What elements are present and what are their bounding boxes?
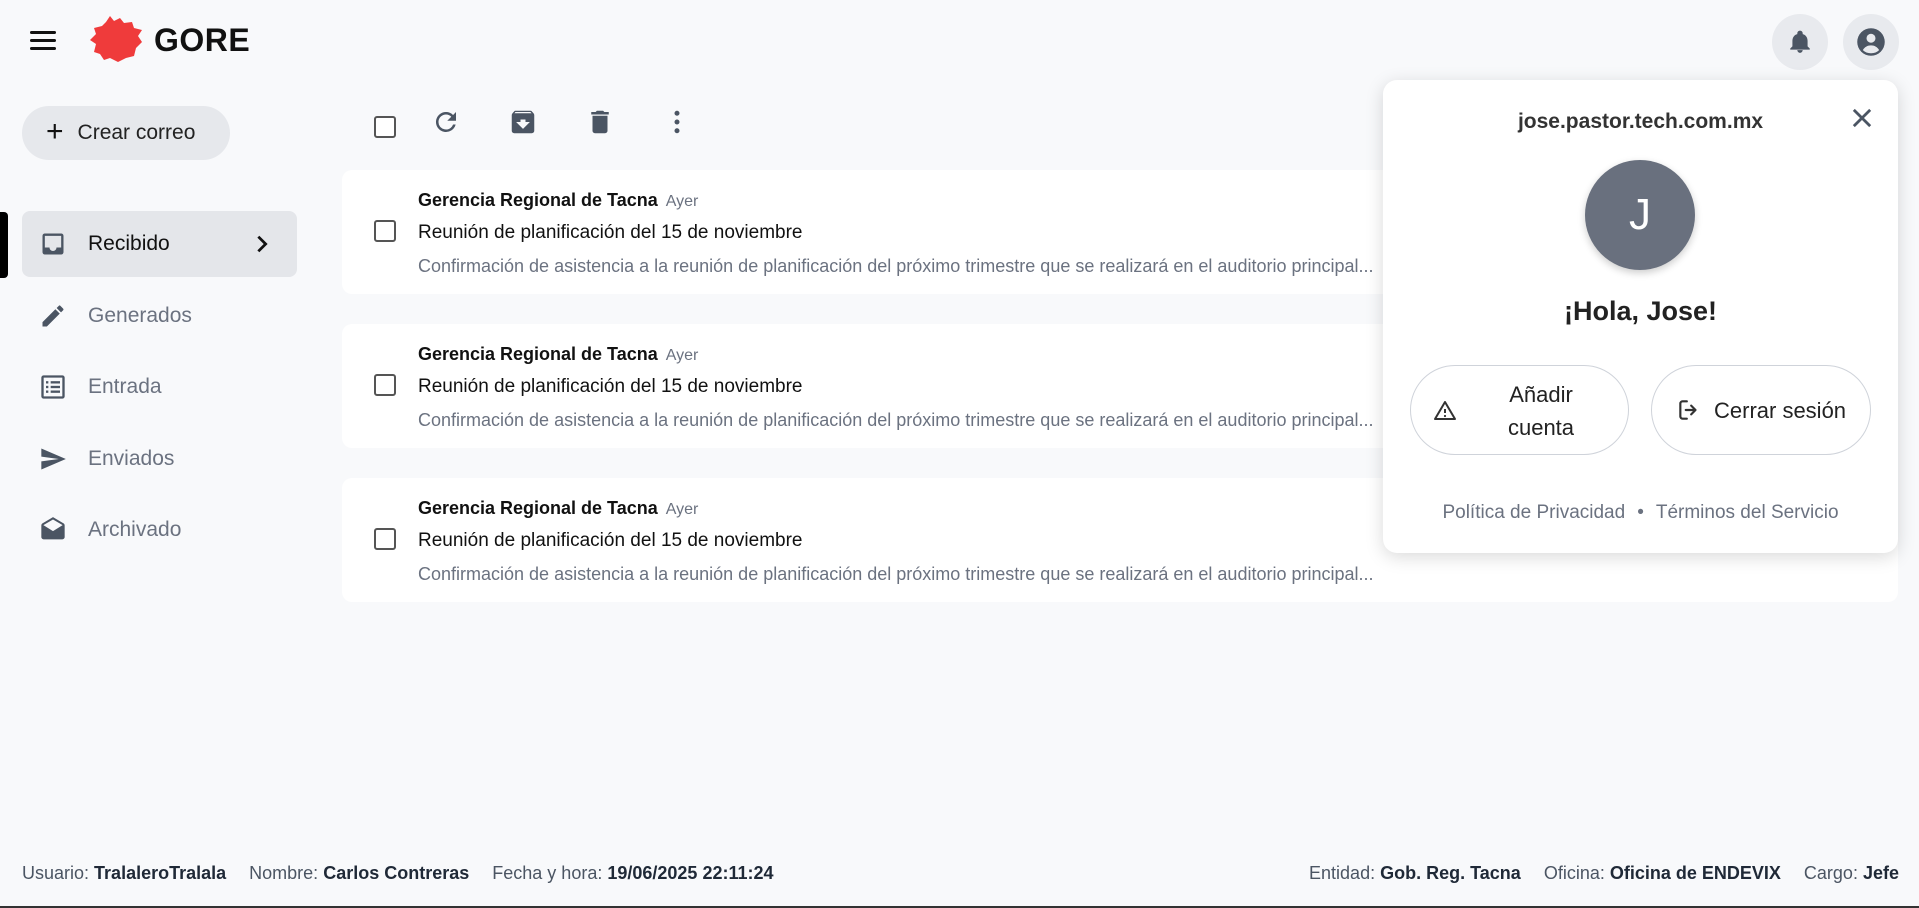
more-vert-icon	[674, 110, 680, 134]
greeting: ¡Hola, Jose!	[1563, 296, 1718, 326]
trash-icon	[591, 110, 609, 134]
warning-icon	[1434, 401, 1456, 420]
privacy-policy-link[interactable]: Política de Privacidad	[1442, 502, 1625, 523]
open-envelope-icon	[38, 515, 68, 545]
chevron-right-icon	[257, 235, 268, 253]
avatar: J	[1585, 160, 1695, 270]
footer-user-label: Usuario:	[22, 863, 90, 883]
sidebar-item-archivado[interactable]: Archivado	[22, 497, 297, 563]
send-icon	[38, 444, 68, 474]
footer-entity-label: Entidad:	[1309, 863, 1376, 883]
mail-time: Ayer	[665, 501, 699, 518]
sidebar-item-label: Archivado	[88, 518, 182, 541]
sidebar-item-entrada[interactable]: Entrada	[22, 354, 297, 420]
logout-button[interactable]: Cerrar sesión	[1651, 365, 1871, 455]
links-separator: •	[1637, 502, 1644, 523]
add-account-label-line1: Añadir	[1509, 382, 1573, 407]
mail-sender: Gerencia Regional de Tacna	[418, 190, 658, 210]
footer-datetime-value: 19/06/2025 22:11:24	[607, 863, 774, 883]
mail-subject: Reunión de planificación del 15 de novie…	[418, 530, 803, 551]
account-circle-icon	[1857, 28, 1885, 56]
select-all-checkbox[interactable]	[374, 116, 396, 138]
logout-icon	[1679, 400, 1697, 420]
sidebar-item-recibido[interactable]: Recibido	[22, 211, 297, 277]
logout-label: Cerrar sesión	[1714, 398, 1847, 423]
avatar-initial: J	[1629, 190, 1651, 239]
sidebar-item-label: Enviados	[88, 447, 175, 470]
pencil-icon	[38, 301, 68, 331]
notifications-button[interactable]	[1772, 14, 1828, 70]
mail-time: Ayer	[665, 347, 699, 364]
mail-preview: Confirmación de asistencia a la reunión …	[418, 256, 1374, 276]
sidebar-item-generados[interactable]: Generados	[22, 283, 297, 349]
mail-subject: Reunión de planificación del 15 de novie…	[418, 376, 803, 397]
delete-button[interactable]	[582, 104, 618, 140]
footer-name-value: Carlos Contreras	[323, 863, 470, 883]
active-indicator	[0, 212, 8, 278]
account-popup: jose.pastor.tech.com.mx J ¡Hola, Jose! A…	[1383, 80, 1898, 553]
footer-left: Usuario: TralaleroTralala Nombre: Carlos…	[22, 863, 792, 884]
account-email: jose.pastor.tech.com.mx	[1517, 110, 1764, 133]
footer-role-value: Jefe	[1862, 863, 1899, 883]
add-account-label-line2: cuenta	[1507, 415, 1575, 440]
list-icon	[38, 372, 68, 402]
add-account-button[interactable]: Añadir cuenta	[1410, 365, 1629, 455]
mail-sender: Gerencia Regional de Tacna	[418, 498, 658, 518]
footer-right: Entidad: Gob. Reg. Tacna Oficina: Oficin…	[1309, 863, 1899, 884]
gore-logo	[90, 16, 142, 62]
refresh-button[interactable]	[428, 104, 464, 140]
mail-time: Ayer	[665, 193, 699, 210]
inbox-icon	[38, 229, 68, 259]
refresh-icon	[435, 111, 456, 132]
footer-office-value: Oficina de ENDEVIX	[1609, 863, 1781, 883]
footer-name-label: Nombre:	[249, 863, 319, 883]
menu-icon[interactable]	[30, 28, 58, 52]
terms-of-service-link[interactable]: Términos del Servicio	[1656, 502, 1839, 523]
mail-checkbox[interactable]	[374, 374, 396, 396]
mail-preview: Confirmación de asistencia a la reunión …	[418, 564, 1374, 584]
mail-preview: Confirmación de asistencia a la reunión …	[418, 410, 1374, 430]
compose-button[interactable]: + Crear correo	[22, 106, 230, 160]
account-button[interactable]	[1843, 14, 1899, 70]
sidebar-item-label: Generados	[88, 304, 192, 327]
mail-checkbox[interactable]	[374, 528, 396, 550]
archive-icon	[511, 110, 535, 134]
bell-icon	[1790, 30, 1810, 53]
sidebar-item-label: Entrada	[88, 375, 162, 398]
footer-entity-value: Gob. Reg. Tacna	[1380, 863, 1521, 883]
more-options-button[interactable]	[659, 104, 695, 140]
mail-sender: Gerencia Regional de Tacna	[418, 344, 658, 364]
sidebar-item-label: Recibido	[88, 232, 170, 255]
compose-label: Crear correo	[77, 121, 196, 144]
footer-office-label: Oficina:	[1543, 863, 1605, 883]
mail-subject: Reunión de planificación del 15 de novie…	[418, 222, 803, 243]
footer-user-value: TralaleroTralala	[94, 863, 227, 883]
plus-icon: +	[46, 114, 64, 148]
brand-name: GORE	[154, 22, 251, 58]
sidebar-item-enviados[interactable]: Enviados	[22, 426, 297, 492]
archive-button[interactable]	[505, 104, 541, 140]
mail-checkbox[interactable]	[374, 220, 396, 242]
footer-datetime-label: Fecha y hora:	[492, 863, 603, 883]
footer-role-label: Cargo:	[1803, 863, 1858, 883]
close-icon[interactable]	[1848, 104, 1876, 132]
